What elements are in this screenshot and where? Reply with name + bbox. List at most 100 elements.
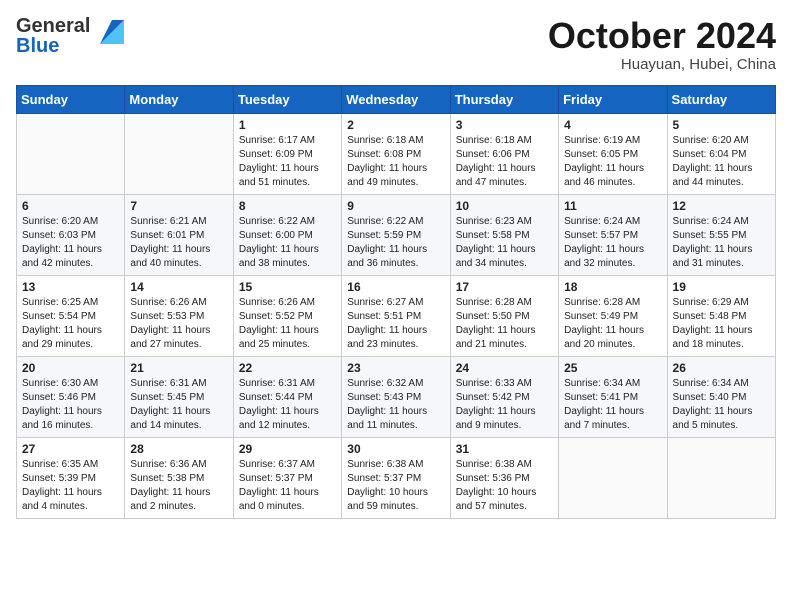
day-number: 7 (130, 199, 227, 213)
cell-info: Sunrise: 6:25 AMSunset: 5:54 PMDaylight:… (22, 296, 119, 352)
day-number: 21 (130, 361, 227, 375)
calendar-cell: 5 Sunrise: 6:20 AMSunset: 6:04 PMDaylight… (667, 113, 775, 194)
calendar-cell: 12Sunrise: 6:24 AMSunset: 5:55 PMDayligh… (667, 194, 775, 275)
cell-info: Sunrise: 6:30 AMSunset: 5:46 PMDaylight:… (22, 377, 119, 433)
weekday-header-wednesday: Wednesday (342, 85, 450, 113)
weekday-header-thursday: Thursday (450, 85, 558, 113)
cell-info: Sunrise: 6:35 AMSunset: 5:39 PMDaylight:… (22, 458, 119, 514)
calendar-week-4: 20Sunrise: 6:30 AMSunset: 5:46 PMDayligh… (17, 356, 776, 437)
calendar-body: 1 Sunrise: 6:17 AMSunset: 6:09 PMDaylight… (17, 113, 776, 518)
logo: General Blue (16, 16, 124, 56)
cell-info: Sunrise: 6:19 AMSunset: 6:05 PMDaylight:… (564, 134, 661, 190)
day-number: 23 (347, 361, 444, 375)
calendar-cell: 3Sunrise: 6:18 AMSunset: 6:06 PMDaylight… (450, 113, 558, 194)
day-number: 13 (22, 280, 119, 294)
cell-info: Sunrise: 6:20 AMSunset: 6:04 PMDaylight:… (673, 134, 770, 190)
weekday-header-friday: Friday (559, 85, 667, 113)
day-number: 30 (347, 442, 444, 456)
calendar-week-5: 27 Sunrise: 6:35 AMSunset: 5:39 PMDayligh… (17, 437, 776, 518)
day-number: 10 (456, 199, 553, 213)
day-number: 31 (456, 442, 553, 456)
cell-info: Sunrise: 6:37 AMSunset: 5:37 PMDaylight:… (239, 458, 336, 514)
day-number: 17 (456, 280, 553, 294)
calendar-week-2: 6Sunrise: 6:20 AMSunset: 6:03 PMDaylight… (17, 194, 776, 275)
weekday-header-monday: Monday (125, 85, 233, 113)
logo-icon (92, 16, 124, 48)
calendar-cell: 29 Sunrise: 6:37 AMSunset: 5:37 PMDayligh… (233, 437, 341, 518)
cell-info: Sunrise: 6:34 AMSunset: 5:41 PMDaylight:… (564, 377, 661, 433)
day-number: 25 (564, 361, 661, 375)
day-number: 11 (564, 199, 661, 213)
day-number: 3 (456, 118, 553, 132)
cell-info: Sunrise: 6:31 AMSunset: 5:45 PMDaylight:… (130, 377, 227, 433)
cell-info: Sunrise: 6:18 AMSunset: 6:08 PMDaylight:… (347, 134, 444, 190)
day-number: 1 (239, 118, 336, 132)
brand-blue: Blue (16, 36, 90, 56)
calendar-cell: 18Sunrise: 6:28 AMSunset: 5:49 PMDayligh… (559, 275, 667, 356)
day-number: 12 (673, 199, 770, 213)
cell-info: Sunrise: 6:23 AMSunset: 5:58 PMDaylight:… (456, 215, 553, 271)
day-number: 6 (22, 199, 119, 213)
calendar-table: SundayMondayTuesdayWednesdayThursdayFrid… (16, 85, 776, 519)
calendar-cell: 17Sunrise: 6:28 AMSunset: 5:50 PMDayligh… (450, 275, 558, 356)
cell-info: Sunrise: 6:29 AMSunset: 5:48 PMDaylight:… (673, 296, 770, 352)
day-number: 14 (130, 280, 227, 294)
cell-info: Sunrise: 6:31 AMSunset: 5:44 PMDaylight:… (239, 377, 336, 433)
weekday-row: SundayMondayTuesdayWednesdayThursdayFrid… (17, 85, 776, 113)
day-number: 29 (239, 442, 336, 456)
cell-info: Sunrise: 6:32 AMSunset: 5:43 PMDaylight:… (347, 377, 444, 433)
day-number: 8 (239, 199, 336, 213)
calendar-cell: 24Sunrise: 6:33 AMSunset: 5:42 PMDayligh… (450, 356, 558, 437)
calendar-cell: 21 Sunrise: 6:31 AMSunset: 5:45 PMDayligh… (125, 356, 233, 437)
calendar-cell: 2 Sunrise: 6:18 AMSunset: 6:08 PMDaylight… (342, 113, 450, 194)
cell-info: Sunrise: 6:22 AMSunset: 5:59 PMDaylight:… (347, 215, 444, 271)
calendar-cell: 25 Sunrise: 6:34 AMSunset: 5:41 PMDayligh… (559, 356, 667, 437)
calendar-cell: 14 Sunrise: 6:26 AMSunset: 5:53 PMDayligh… (125, 275, 233, 356)
calendar-cell (125, 113, 233, 194)
cell-info: Sunrise: 6:17 AMSunset: 6:09 PMDaylight:… (239, 134, 336, 190)
day-number: 4 (564, 118, 661, 132)
month-title: October 2024 (548, 16, 776, 56)
cell-info: Sunrise: 6:34 AMSunset: 5:40 PMDaylight:… (673, 377, 770, 433)
calendar-cell: 31 Sunrise: 6:38 AMSunset: 5:36 PMDayligh… (450, 437, 558, 518)
cell-info: Sunrise: 6:26 AMSunset: 5:53 PMDaylight:… (130, 296, 227, 352)
day-number: 5 (673, 118, 770, 132)
calendar-cell: 30Sunrise: 6:38 AMSunset: 5:37 PMDayligh… (342, 437, 450, 518)
calendar-cell: 13 Sunrise: 6:25 AMSunset: 5:54 PMDayligh… (17, 275, 125, 356)
cell-info: Sunrise: 6:27 AMSunset: 5:51 PMDaylight:… (347, 296, 444, 352)
calendar-cell: 28 Sunrise: 6:36 AMSunset: 5:38 PMDayligh… (125, 437, 233, 518)
cell-info: Sunrise: 6:33 AMSunset: 5:42 PMDaylight:… (456, 377, 553, 433)
calendar-cell: 22 Sunrise: 6:31 AMSunset: 5:44 PMDayligh… (233, 356, 341, 437)
title-block: October 2024 Huayuan, Hubei, China (548, 16, 776, 73)
day-number: 2 (347, 118, 444, 132)
cell-info: Sunrise: 6:26 AMSunset: 5:52 PMDaylight:… (239, 296, 336, 352)
calendar-cell: 15Sunrise: 6:26 AMSunset: 5:52 PMDayligh… (233, 275, 341, 356)
page-header: General Blue October 2024 Huayuan, Hubei… (16, 16, 776, 73)
cell-info: Sunrise: 6:24 AMSunset: 5:57 PMDaylight:… (564, 215, 661, 271)
calendar-cell: 10 Sunrise: 6:23 AMSunset: 5:58 PMDayligh… (450, 194, 558, 275)
weekday-header-sunday: Sunday (17, 85, 125, 113)
day-number: 16 (347, 280, 444, 294)
day-number: 26 (673, 361, 770, 375)
cell-info: Sunrise: 6:22 AMSunset: 6:00 PMDaylight:… (239, 215, 336, 271)
day-number: 27 (22, 442, 119, 456)
calendar-cell: 26 Sunrise: 6:34 AMSunset: 5:40 PMDayligh… (667, 356, 775, 437)
calendar-cell: 16 Sunrise: 6:27 AMSunset: 5:51 PMDayligh… (342, 275, 450, 356)
calendar-cell: 8 Sunrise: 6:22 AMSunset: 6:00 PMDaylight… (233, 194, 341, 275)
cell-info: Sunrise: 6:28 AMSunset: 5:49 PMDaylight:… (564, 296, 661, 352)
day-number: 28 (130, 442, 227, 456)
cell-info: Sunrise: 6:38 AMSunset: 5:36 PMDaylight:… (456, 458, 553, 514)
calendar-cell (17, 113, 125, 194)
calendar-week-1: 1 Sunrise: 6:17 AMSunset: 6:09 PMDaylight… (17, 113, 776, 194)
brand-general: General (16, 16, 90, 36)
calendar-cell: 27 Sunrise: 6:35 AMSunset: 5:39 PMDayligh… (17, 437, 125, 518)
day-number: 22 (239, 361, 336, 375)
calendar-cell: 11 Sunrise: 6:24 AMSunset: 5:57 PMDayligh… (559, 194, 667, 275)
calendar-header: SundayMondayTuesdayWednesdayThursdayFrid… (17, 85, 776, 113)
weekday-header-tuesday: Tuesday (233, 85, 341, 113)
calendar-cell (667, 437, 775, 518)
location: Huayuan, Hubei, China (548, 56, 776, 73)
cell-info: Sunrise: 6:36 AMSunset: 5:38 PMDaylight:… (130, 458, 227, 514)
weekday-header-saturday: Saturday (667, 85, 775, 113)
day-number: 19 (673, 280, 770, 294)
